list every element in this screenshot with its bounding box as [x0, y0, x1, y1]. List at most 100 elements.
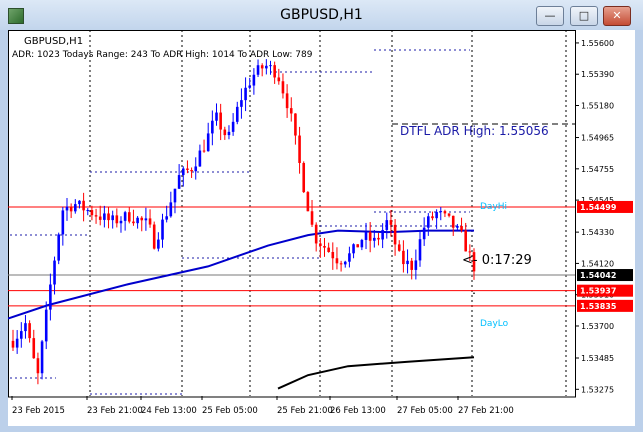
candle-body: [123, 212, 127, 221]
candle-body: [111, 215, 114, 221]
candle: [360, 238, 364, 251]
candle-body: [447, 213, 451, 216]
candle: [44, 301, 48, 350]
x-tick-label: 23 Feb 2015: [12, 406, 65, 416]
candle: [15, 330, 19, 354]
day-lo-label: DayLo: [480, 319, 509, 329]
candle: [65, 197, 69, 221]
candle: [186, 160, 189, 174]
candle-body: [364, 232, 368, 240]
candle-body: [86, 210, 90, 212]
candle-body: [289, 108, 293, 114]
candle-body: [451, 215, 455, 228]
candle-body: [24, 323, 27, 332]
y-tick-label: 1.53700: [581, 322, 614, 331]
candle: [211, 110, 214, 146]
candle: [144, 207, 148, 231]
candle: [402, 240, 405, 273]
x-tick-label: 27 Feb 05:00: [397, 406, 453, 416]
candle: [152, 221, 156, 250]
y-tick-label: 1.55390: [581, 70, 614, 79]
candle-body: [190, 169, 193, 172]
candle: [127, 207, 131, 224]
candle: [381, 223, 384, 249]
candle-body: [235, 106, 239, 122]
candle: [406, 249, 409, 274]
candle: [285, 84, 289, 118]
candle-body: [73, 204, 77, 212]
candle-body: [53, 260, 56, 285]
candle: [140, 216, 144, 232]
symbol-label: GBPUSD,H1: [24, 36, 83, 47]
candle: [190, 167, 193, 178]
candle-body: [181, 168, 185, 176]
candle-body: [119, 220, 123, 224]
candle-body: [148, 218, 152, 225]
candle: [94, 208, 98, 224]
candle-body: [377, 237, 380, 240]
price-tag: 1.54042: [577, 269, 633, 282]
countdown-timer: <- 0:17:29: [462, 253, 532, 268]
price-tag-value: 1.54499: [580, 203, 617, 212]
title-bar[interactable]: GBPUSD,H1 — □ ✕: [0, 0, 643, 30]
close-button[interactable]: ✕: [603, 6, 631, 26]
y-tick-label: 1.55180: [581, 102, 614, 111]
price-tag: 1.54499: [577, 200, 633, 213]
candle-body: [90, 210, 94, 216]
candle: [20, 322, 23, 348]
price-tag-value: 1.54042: [580, 271, 616, 280]
candle-body: [402, 250, 405, 265]
candle: [215, 103, 218, 126]
candle-body: [186, 168, 189, 170]
x-tick-label: 24 Feb 13:00: [141, 406, 197, 416]
candle-body: [40, 341, 44, 374]
candle-body: [331, 251, 335, 259]
candle-body: [78, 200, 81, 205]
candle: [202, 139, 206, 153]
candle: [314, 222, 318, 252]
minimize-button[interactable]: —: [536, 6, 564, 26]
candle: [348, 246, 351, 268]
candle-body: [215, 112, 218, 121]
x-tick-label: 26 Feb 13:00: [330, 406, 386, 416]
y-tick-label: 1.53485: [581, 354, 614, 363]
candle-body: [414, 260, 418, 270]
y-tick-label: 1.54755: [581, 165, 614, 174]
restore-button[interactable]: □: [570, 6, 598, 26]
candle-body: [36, 358, 40, 374]
candle-body: [198, 150, 202, 167]
candle-body: [352, 244, 355, 254]
candle-body: [240, 100, 243, 107]
candle-body: [427, 216, 430, 228]
chart-area[interactable]: 1.55600 1.55390 1.55180 1.54965 1.54755 1.545…: [7, 30, 635, 426]
candle-body: [327, 247, 330, 252]
candle: [460, 217, 463, 233]
candle: [343, 260, 347, 268]
candle: [456, 223, 459, 231]
candle: [439, 207, 443, 221]
candle-body: [389, 220, 393, 225]
candle-body: [136, 217, 139, 224]
candle: [294, 113, 297, 145]
candle-body: [169, 202, 173, 217]
candle-body: [173, 188, 177, 203]
candle: [111, 210, 114, 229]
candle: [28, 320, 31, 343]
candle: [119, 216, 123, 233]
candle-body: [11, 340, 15, 348]
price-chart[interactable]: 1.556001.553901.551801.549651.547551.545…: [7, 30, 635, 426]
candle-body: [194, 166, 198, 172]
candle: [40, 339, 44, 380]
candle: [393, 219, 397, 256]
candle: [123, 210, 127, 231]
candle-body: [285, 93, 289, 109]
candle: [385, 212, 389, 239]
candle: [107, 207, 110, 229]
candle-body: [393, 224, 397, 245]
candle-body: [294, 113, 297, 136]
candle-body: [256, 65, 260, 75]
candle: [136, 216, 139, 229]
candle-body: [281, 81, 285, 94]
candle: [148, 209, 152, 228]
candle-body: [211, 120, 214, 134]
